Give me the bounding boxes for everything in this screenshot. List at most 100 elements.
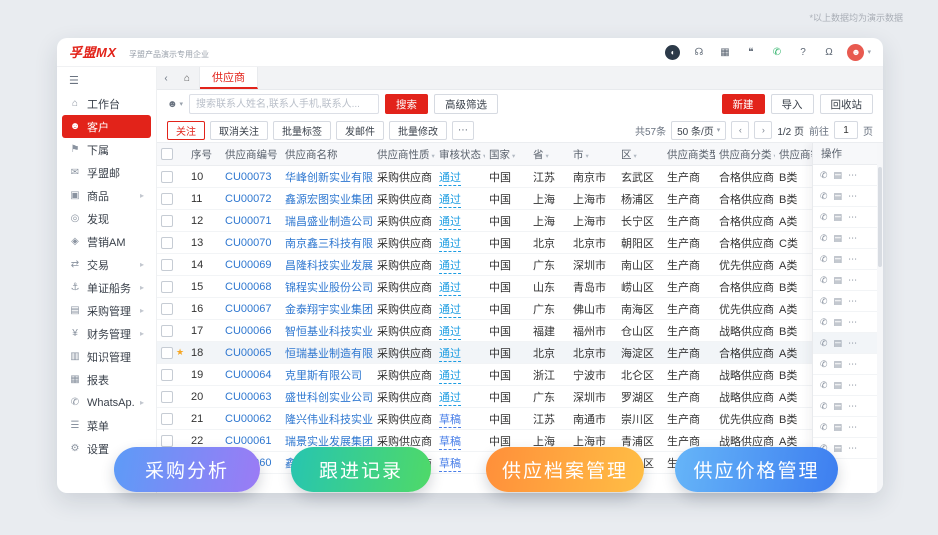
bulk-edit-button[interactable]: 批量修改: [389, 120, 447, 140]
filter-caret-icon[interactable]: ▾: [432, 153, 435, 160]
table-row[interactable]: ★ 18 CU00065 恒瑞基业制造有限... 采购供应商 通过 中国 北京 北京市 海淀区 生产…: [157, 341, 825, 364]
contact-phone-icon[interactable]: ✆: [820, 212, 828, 223]
page-size-select[interactable]: 50 条/页 ▾: [671, 120, 727, 140]
detail-doc-icon[interactable]: ▤: [834, 296, 843, 307]
sidebar-item-marketing-am[interactable]: ◈ 营销AM: [62, 230, 151, 253]
more-actions-button[interactable]: ⋯: [452, 120, 474, 140]
supplier-name-link[interactable]: 克里斯有限公司: [285, 370, 362, 382]
col-header-6[interactable]: 省 ▾: [529, 143, 569, 166]
filter-caret-icon[interactable]: ▾: [512, 153, 515, 160]
col-header-7[interactable]: 市 ▾: [569, 143, 617, 166]
sidebar-item-customers[interactable]: ☻ 客户: [62, 115, 151, 138]
detail-doc-icon[interactable]: ▤: [834, 338, 843, 349]
audit-status[interactable]: 通过: [439, 325, 461, 340]
audit-status[interactable]: 草稿: [439, 413, 461, 428]
audit-status[interactable]: 通过: [439, 237, 461, 252]
star-icon[interactable]: ★: [176, 347, 184, 357]
row-checkbox[interactable]: [161, 368, 173, 381]
table-row[interactable]: 19 CU00064 克里斯有限公司 采购供应商 通过 中国 浙江 宁波市 北仑区 生产商 战略供应…: [157, 363, 825, 386]
recycle-bin-button[interactable]: 回收站: [819, 94, 873, 114]
table-row[interactable]: 14 CU00069 昌隆科技实业发展... 采购供应商 通过 中国 广东 深圳市 南山区 生产商…: [157, 253, 825, 276]
supplier-name-link[interactable]: 昌隆科技实业发展...: [285, 260, 373, 272]
detail-doc-icon[interactable]: ▤: [834, 254, 843, 265]
audit-status[interactable]: 通过: [439, 259, 461, 274]
contact-phone-icon[interactable]: ✆: [820, 380, 828, 391]
sidebar-item-shipping-docs[interactable]: ⚓ 单证船务 ▸: [62, 276, 151, 299]
contact-phone-icon[interactable]: ✆: [820, 254, 828, 265]
audit-status[interactable]: 通过: [439, 303, 461, 318]
tab-suppliers[interactable]: 供应商: [200, 67, 259, 89]
filter-caret-icon[interactable]: ▾: [546, 153, 549, 160]
row-checkbox[interactable]: [161, 258, 173, 271]
theme-icon[interactable]: ◐: [665, 44, 681, 60]
supplier-code-link[interactable]: CU00063: [225, 391, 271, 403]
sidebar-item-finance[interactable]: ¥ 财务管理 ▸: [62, 322, 151, 345]
contact-phone-icon[interactable]: ✆: [820, 275, 828, 286]
table-row[interactable]: 15 CU00068 锦程实业股份公司 采购供应商 通过 中国 山东 青岛市 崂山区 生产商 合格供…: [157, 275, 825, 298]
supplier-code-link[interactable]: CU00072: [225, 193, 271, 205]
scrollbar-thumb[interactable]: [878, 167, 882, 267]
prev-page-button[interactable]: ‹: [731, 121, 750, 139]
row-checkbox[interactable]: [161, 412, 173, 425]
vertical-scrollbar[interactable]: [877, 143, 883, 493]
audit-status[interactable]: 通过: [439, 369, 461, 384]
supply-price-button[interactable]: 供应价格管理: [675, 447, 838, 492]
row-checkbox[interactable]: [161, 170, 173, 183]
select-all-checkbox[interactable]: [161, 148, 173, 161]
search-input[interactable]: [189, 94, 380, 114]
table-row[interactable]: 11 CU00072 鑫源宏图实业集团 采购供应商 通过 中国 上海 上海市 杨浦区 生产商 合格供…: [157, 187, 825, 210]
contact-phone-icon[interactable]: ✆: [820, 422, 828, 433]
supplier-code-link[interactable]: CU00068: [225, 281, 271, 293]
sidebar-item-trade[interactable]: ⇄ 交易 ▸: [62, 253, 151, 276]
audit-status[interactable]: 通过: [439, 193, 461, 208]
contact-type-dropdown[interactable]: ☻ ▾: [167, 99, 183, 110]
detail-doc-icon[interactable]: ▤: [834, 212, 843, 223]
supplier-code-link[interactable]: CU00065: [225, 347, 271, 359]
filter-caret-icon[interactable]: ▾: [774, 153, 776, 160]
supplier-code-link[interactable]: CU00070: [225, 237, 271, 249]
import-button[interactable]: 导入: [770, 94, 814, 114]
supplier-code-link[interactable]: CU00062: [225, 413, 271, 425]
table-row[interactable]: 20 CU00063 盛世科创实业公司 采购供应商 通过 中国 广东 深圳市 罗湖区 生产商 战略供…: [157, 385, 825, 408]
table-row[interactable]: 21 CU00062 隆兴伟业科技实业 采购供应商 草稿 中国 江苏 南通市 崇川区 生产商 优先供…: [157, 407, 825, 430]
detail-doc-icon[interactable]: ▤: [834, 401, 843, 412]
supplier-name-link[interactable]: 隆兴伟业科技实业: [285, 414, 373, 426]
sidebar-item-reports[interactable]: ▦ 报表: [62, 368, 151, 391]
help-icon[interactable]: ?: [795, 45, 810, 60]
contact-phone-icon[interactable]: ✆: [820, 191, 828, 202]
col-header-0[interactable]: 序号: [187, 143, 221, 166]
row-checkbox[interactable]: [161, 214, 173, 227]
row-checkbox[interactable]: [161, 346, 173, 359]
detail-doc-icon[interactable]: ▤: [834, 233, 843, 244]
user-avatar[interactable]: ☻: [847, 43, 865, 61]
sidebar-item-discover[interactable]: ◎ 发现: [62, 207, 151, 230]
row-checkbox[interactable]: [161, 192, 173, 205]
supplier-name-link[interactable]: 金泰翔宇实业集团: [285, 304, 373, 316]
row-checkbox[interactable]: [161, 236, 173, 249]
follow-button[interactable]: 关注: [167, 120, 205, 140]
sidebar-item-workbench[interactable]: ⌂ 工作台: [62, 92, 151, 115]
supplier-name-link[interactable]: 南京鑫三科技有限...: [285, 238, 373, 250]
row-more-icon[interactable]: ⋯: [848, 275, 857, 286]
table-row[interactable]: 12 CU00071 瑞昌盛业制造公司 采购供应商 通过 中国 上海 上海市 长宁区 生产商 合格供…: [157, 209, 825, 232]
tab-back-icon[interactable]: ‹: [157, 67, 175, 89]
audit-status[interactable]: 通过: [439, 391, 461, 406]
support-headset-icon[interactable]: ☊: [691, 45, 706, 60]
row-checkbox[interactable]: [161, 434, 173, 447]
audit-status[interactable]: 通过: [439, 215, 461, 230]
send-mail-button[interactable]: 发邮件: [336, 120, 384, 140]
notification-bell-icon[interactable]: Ω: [821, 45, 836, 60]
user-menu[interactable]: ☻ ▾: [847, 43, 871, 61]
home-tab[interactable]: ⌂: [175, 67, 201, 89]
supplier-code-link[interactable]: CU00069: [225, 259, 271, 271]
table-row[interactable]: 16 CU00067 金泰翔宇实业集团 采购供应商 通过 中国 广东 佛山市 南海区 生产商 优先供…: [157, 297, 825, 320]
audit-status[interactable]: 通过: [439, 281, 461, 296]
contact-phone-icon[interactable]: ✆: [820, 317, 828, 328]
sidebar-item-whatsapp[interactable]: ✆ WhatsAp... ▸: [62, 391, 151, 414]
col-header-2[interactable]: 供应商名称: [281, 143, 373, 166]
filter-caret-icon[interactable]: ▾: [586, 153, 589, 160]
supplier-code-link[interactable]: CU00067: [225, 303, 271, 315]
detail-doc-icon[interactable]: ▤: [834, 170, 843, 181]
row-more-icon[interactable]: ⋯: [848, 254, 857, 265]
sidebar-item-subordinates[interactable]: ⚑ 下属: [62, 138, 151, 161]
